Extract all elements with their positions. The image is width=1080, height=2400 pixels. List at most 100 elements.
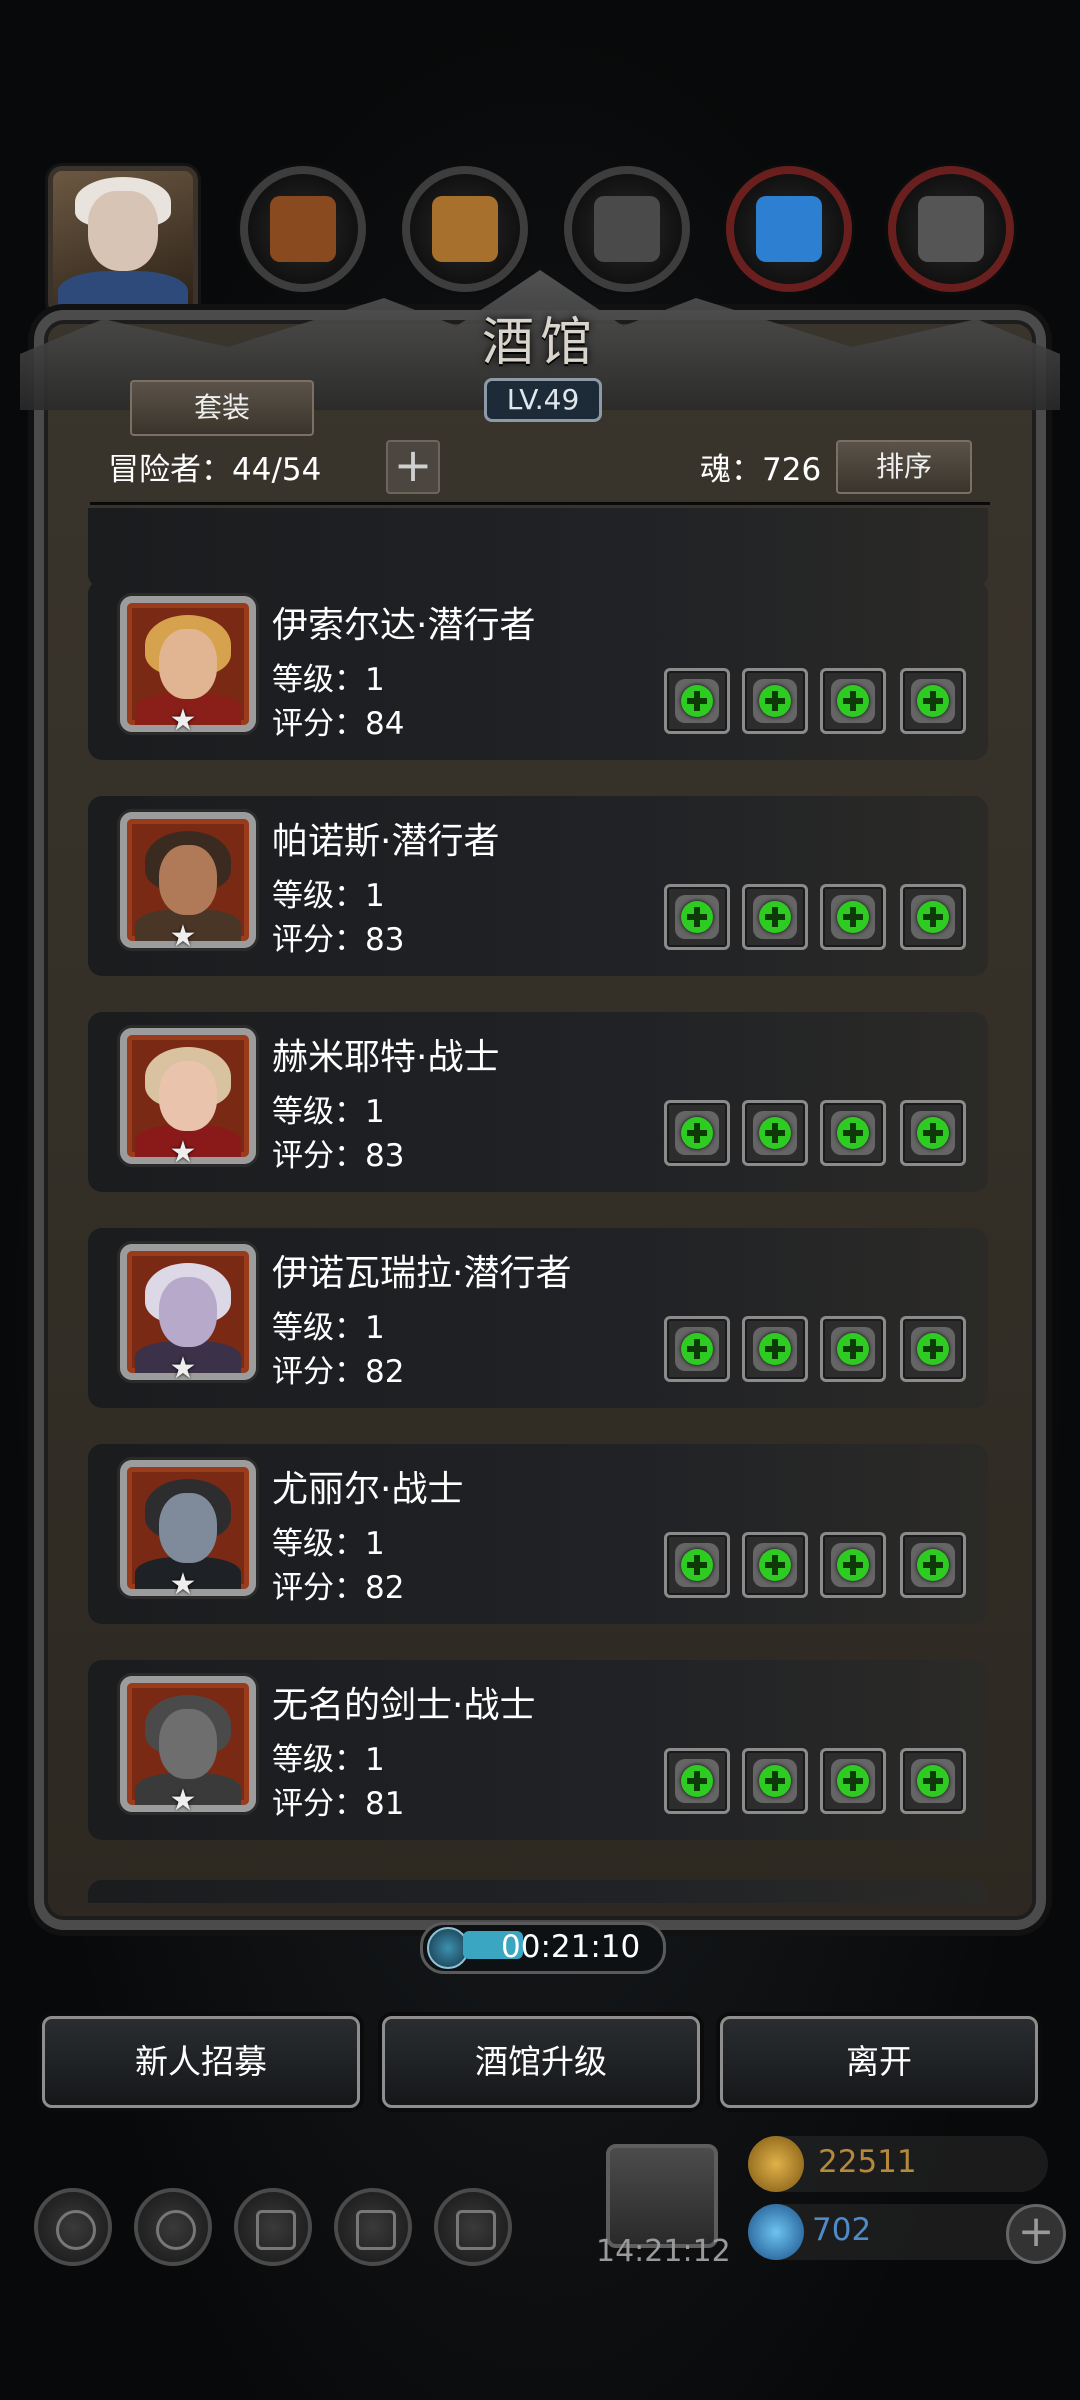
plank-resource-icon[interactable] bbox=[402, 166, 528, 292]
adventurer-score: 评分：81 bbox=[272, 1786, 405, 1822]
star-icon: ★ bbox=[169, 1783, 197, 1818]
adventurer-score: 评分：82 bbox=[272, 1570, 405, 1606]
accessory-slot[interactable] bbox=[820, 1316, 886, 1382]
castle-icon[interactable] bbox=[234, 2188, 312, 2266]
ring-slot[interactable] bbox=[900, 1532, 966, 1598]
add-equipment-icon bbox=[837, 901, 869, 933]
adventurer-name: 伊诺瓦瑞拉·潜行者 bbox=[272, 1253, 572, 1294]
adventurer-name: 无名的剑士·战士 bbox=[272, 1685, 536, 1726]
add-equipment-icon bbox=[917, 901, 949, 933]
list-item[interactable] bbox=[88, 508, 988, 588]
star-icon: ★ bbox=[169, 703, 197, 738]
add-equipment-icon bbox=[917, 1549, 949, 1581]
add-equipment-icon bbox=[759, 1765, 791, 1797]
weapon-slot[interactable] bbox=[664, 668, 730, 734]
ring-slot[interactable] bbox=[900, 1316, 966, 1382]
accessory-slot[interactable] bbox=[820, 668, 886, 734]
add-equipment-icon bbox=[917, 1333, 949, 1365]
weapon-slot[interactable] bbox=[664, 1748, 730, 1814]
refresh-timer: 00:21:10 bbox=[420, 1922, 666, 1974]
panel-title: 酒馆 bbox=[481, 313, 598, 373]
weapon-slot[interactable] bbox=[664, 884, 730, 950]
player-avatar[interactable] bbox=[48, 166, 198, 316]
settings-icon[interactable] bbox=[34, 2188, 112, 2266]
add-equipment-icon bbox=[917, 1117, 949, 1149]
adventurer-count: 冒险者：44/54 bbox=[108, 452, 322, 488]
gift-icon[interactable] bbox=[606, 2144, 718, 2248]
add-equipment-icon bbox=[837, 1333, 869, 1365]
add-equipment-icon bbox=[681, 1549, 713, 1581]
list-item[interactable]: ★ 伊诺瓦瑞拉·潜行者等级：1 评分：82 bbox=[88, 1228, 988, 1408]
list-item[interactable]: ★ 无名的剑士·战士等级：1 评分：81 bbox=[88, 1660, 988, 1840]
add-equipment-icon bbox=[917, 685, 949, 717]
add-gems-button[interactable]: + bbox=[1006, 2204, 1066, 2264]
add-equipment-icon bbox=[759, 901, 791, 933]
adventurer-level: 等级：1 bbox=[272, 1094, 385, 1130]
weapon-slot[interactable] bbox=[664, 1100, 730, 1166]
sort-button[interactable]: 排序 bbox=[836, 440, 972, 494]
weapon-slot[interactable] bbox=[664, 1316, 730, 1382]
adventurer-level: 等级：1 bbox=[272, 1526, 385, 1562]
armor-slot[interactable] bbox=[742, 1100, 808, 1166]
gem-value: 702 bbox=[812, 2212, 872, 2248]
list-item[interactable]: ★ 赫米耶特·战士 等级：1 评分：83 bbox=[88, 1012, 988, 1192]
weapon-slot[interactable] bbox=[664, 1532, 730, 1598]
star-icon: ★ bbox=[169, 1351, 197, 1386]
wood-resource-icon[interactable] bbox=[240, 166, 366, 292]
add-equipment-icon bbox=[681, 685, 713, 717]
panel-toolbar: 套装 冒险者：44/54 + 魂：726 排序 bbox=[80, 370, 1000, 510]
adventurer-list[interactable]: ★ 伊索尔达·潜行者 等级：1 评分：84 ★ 帕诺斯·潜行者 等级：1 评分：83 ★ 赫米耶特… bbox=[88, 508, 988, 1903]
dice-icon[interactable] bbox=[434, 2188, 512, 2266]
add-equipment-icon bbox=[837, 1765, 869, 1797]
add-equipment-icon bbox=[759, 685, 791, 717]
adventurer-score: 评分：83 bbox=[272, 1138, 405, 1174]
add-equipment-icon bbox=[837, 1549, 869, 1581]
accessory-slot[interactable] bbox=[820, 884, 886, 950]
accessory-slot[interactable] bbox=[820, 1100, 886, 1166]
gem-icon bbox=[748, 2204, 804, 2260]
armor-slot[interactable] bbox=[742, 1748, 808, 1814]
achievement-icon[interactable] bbox=[134, 2188, 212, 2266]
star-icon: ★ bbox=[169, 919, 197, 954]
divider bbox=[90, 502, 990, 505]
accessory-slot[interactable] bbox=[820, 1532, 886, 1598]
ring-slot[interactable] bbox=[900, 1748, 966, 1814]
gem-balance: 702 bbox=[748, 2204, 1048, 2260]
adventurer-score: 评分：84 bbox=[272, 706, 405, 742]
recruit-button[interactable]: 新人招募 bbox=[42, 2016, 360, 2108]
mail-icon[interactable] bbox=[334, 2188, 412, 2266]
list-item[interactable]: ★ 帕诺斯·潜行者 等级：1 评分：83 bbox=[88, 796, 988, 976]
list-item[interactable]: ★ 伊索尔达·潜行者等级：1 评分：84 bbox=[88, 580, 988, 760]
crystal-resource-icon[interactable] bbox=[726, 166, 852, 292]
add-equipment-icon bbox=[837, 685, 869, 717]
add-slot-button[interactable]: + bbox=[386, 440, 440, 494]
ring-slot[interactable] bbox=[900, 668, 966, 734]
star-icon: ★ bbox=[169, 1567, 197, 1602]
armor-slot[interactable] bbox=[742, 1316, 808, 1382]
armor-slot[interactable] bbox=[742, 668, 808, 734]
adventurer-level: 等级：1 bbox=[272, 1310, 385, 1346]
add-equipment-icon bbox=[759, 1333, 791, 1365]
accessory-slot[interactable] bbox=[820, 1748, 886, 1814]
adventurer-name: 伊索尔达·潜行者 bbox=[272, 605, 536, 646]
adventurer-name: 赫米耶特·战士 bbox=[272, 1037, 500, 1078]
adventurer-level: 等级：1 bbox=[272, 662, 385, 698]
add-equipment-icon bbox=[759, 1117, 791, 1149]
adventurer-level: 等级：1 bbox=[272, 1742, 385, 1778]
list-item[interactable]: ★ 尤丽尔·战士 等级：1 评分：82 bbox=[88, 1444, 988, 1624]
adventurer-score: 评分：82 bbox=[272, 1354, 405, 1390]
ring-slot[interactable] bbox=[900, 1100, 966, 1166]
list-item[interactable] bbox=[88, 1880, 988, 1903]
add-equipment-icon bbox=[759, 1549, 791, 1581]
leave-button[interactable]: 离开 bbox=[720, 2016, 1038, 2108]
set-button[interactable]: 套装 bbox=[130, 380, 314, 436]
ore-resource-icon[interactable] bbox=[888, 166, 1014, 292]
adventurer-score: 评分：83 bbox=[272, 922, 405, 958]
armor-slot[interactable] bbox=[742, 1532, 808, 1598]
upgrade-tavern-button[interactable]: 酒馆升级 bbox=[382, 2016, 700, 2108]
armor-slot[interactable] bbox=[742, 884, 808, 950]
add-equipment-icon bbox=[837, 1117, 869, 1149]
iron-resource-icon[interactable] bbox=[564, 166, 690, 292]
coin-icon bbox=[748, 2136, 804, 2192]
ring-slot[interactable] bbox=[900, 884, 966, 950]
